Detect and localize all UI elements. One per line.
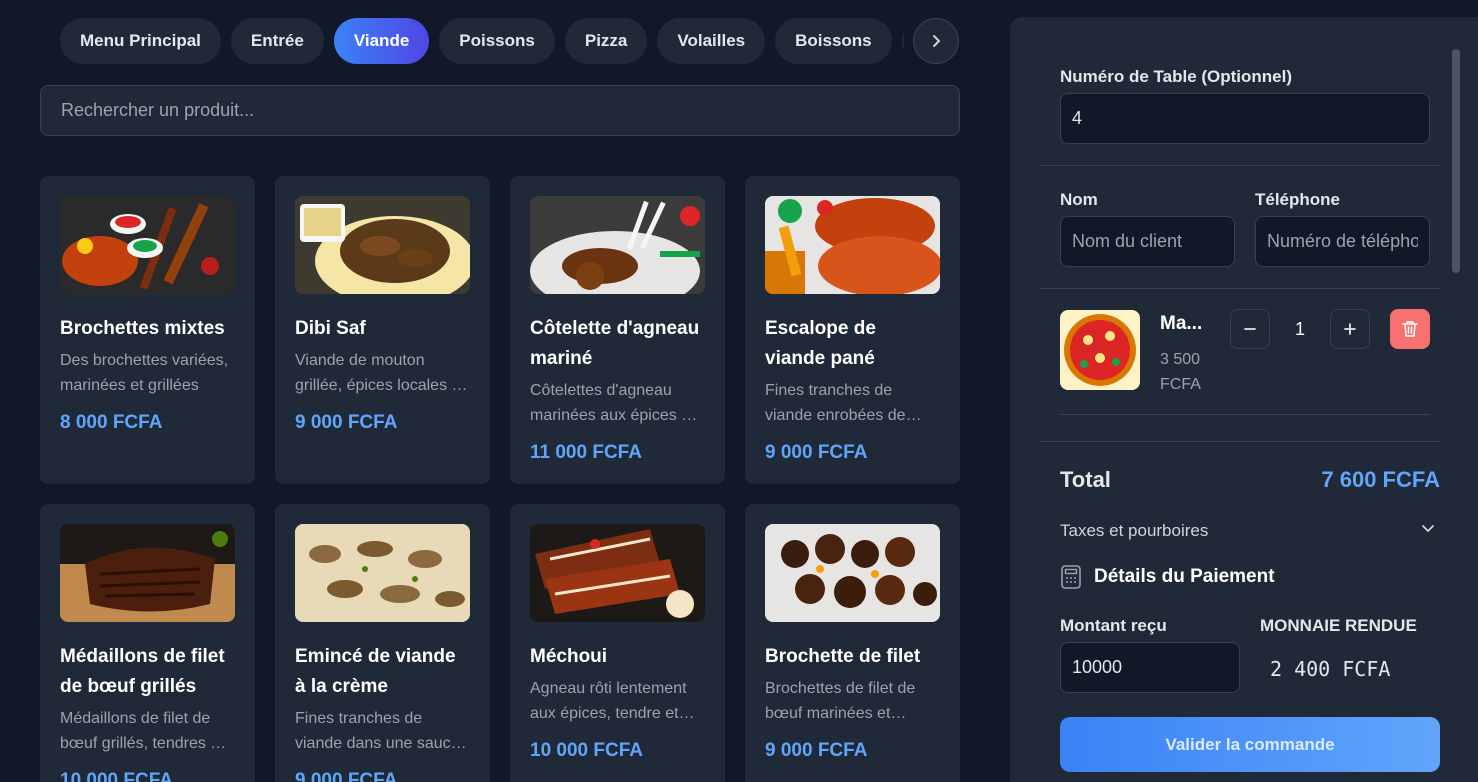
product-card[interactable]: Dibi Saf Viande de mouton grillée, épice… <box>275 176 490 484</box>
divider <box>1040 288 1440 289</box>
product-image <box>295 524 470 622</box>
product-description: Des brochettes variées, marinées et gril… <box>60 352 229 394</box>
cart-item-quantity: 1 <box>1294 319 1305 339</box>
product-card[interactable]: Médaillons de filet de bœuf grillés Méda… <box>40 504 255 782</box>
product-image <box>530 196 705 294</box>
trash-icon <box>1402 321 1418 337</box>
product-image <box>60 524 235 622</box>
product-price: 8 000 FCFA <box>60 412 163 433</box>
tab-volailles[interactable]: Volailles <box>657 18 766 64</box>
order-panel: Numéro de Table (Optionnel) Nom Téléphon… <box>1010 17 1478 782</box>
minus-icon <box>1244 328 1256 330</box>
product-description: Viande de mouton grillée, épices locales… <box>295 352 465 394</box>
tab-boissons[interactable]: Boissons <box>775 18 892 64</box>
product-image <box>765 524 940 622</box>
product-name: Brochette de filet <box>765 646 921 667</box>
amount-received-label: Montant reçu <box>1060 616 1167 635</box>
tab-menu-principal[interactable]: Menu Principal <box>60 18 221 64</box>
product-price: 10 000 FCFA <box>530 740 643 761</box>
product-card[interactable]: Côtelette d'agneau mariné Côtelettes d'a… <box>510 176 725 484</box>
chevron-down-icon[interactable] <box>1420 520 1436 536</box>
product-price: 9 000 FCFA <box>765 740 868 761</box>
payment-details-title: Détails du Paiement <box>1094 566 1275 587</box>
decrease-quantity-button[interactable] <box>1230 309 1270 349</box>
product-image <box>295 196 470 294</box>
product-name: Escalope de viande pané <box>765 318 876 369</box>
product-price: 10 000 FCFA <box>60 770 173 782</box>
panel-scrollbar[interactable] <box>1452 49 1460 273</box>
product-price: 9 000 FCFA <box>765 442 868 463</box>
change-value: 2 400 FCFA <box>1270 657 1391 681</box>
tab-entree[interactable]: Entrée <box>230 18 324 64</box>
product-name: Médaillons de filet de bœuf grillés <box>60 646 225 697</box>
product-name: Côtelette d'agneau mariné <box>530 318 700 369</box>
product-name: Emincé de viande à la crème <box>295 646 456 697</box>
product-card[interactable]: Brochette de filet Brochettes de filet d… <box>745 504 960 782</box>
product-description: Fines tranches de viande dans une sauce … <box>295 710 460 752</box>
product-description: Côtelettes d'agneau marinées aux épices … <box>530 382 695 424</box>
taxes-toggle[interactable]: Taxes et pourboires <box>1060 521 1208 541</box>
cart-item-price: 3 500 FCFA <box>1160 351 1201 393</box>
customer-name-input[interactable] <box>1060 216 1235 267</box>
product-price: 11 000 FCFA <box>530 442 642 463</box>
cart-item-image <box>1060 310 1140 390</box>
change-label: MONNAIE RENDUE <box>1260 616 1417 635</box>
product-name: Dibi Saf <box>295 318 366 339</box>
divider <box>1040 441 1440 442</box>
total-value: 7 600 FCFA <box>1321 467 1440 492</box>
tabs-scroll-right-button[interactable] <box>913 18 959 64</box>
total-label: Total <box>1060 467 1111 492</box>
table-number-input[interactable] <box>1060 93 1430 144</box>
divider <box>1060 414 1430 415</box>
chevron-right-icon <box>933 35 940 47</box>
search-input[interactable] <box>40 85 960 136</box>
product-image <box>765 196 940 294</box>
product-card[interactable]: Brochettes mixtes Des brochettes variées… <box>40 176 255 484</box>
product-description: Brochettes de filet de bœuf marinées et … <box>765 680 916 722</box>
product-description: Médaillons de filet de bœuf grillés, ten… <box>60 710 224 752</box>
product-image <box>60 196 235 294</box>
product-image <box>530 524 705 622</box>
validate-order-button[interactable]: Valider la commande <box>1060 717 1440 772</box>
payment-details-heading: Détails du Paiement <box>1060 565 1275 589</box>
table-number-label: Numéro de Table (Optionnel) <box>1060 67 1293 86</box>
phone-label: Téléphone <box>1255 190 1341 209</box>
cart-item-name: Ma... <box>1160 313 1203 334</box>
tab-poissons[interactable]: Poissons <box>439 18 555 64</box>
amount-received-input[interactable] <box>1060 642 1240 693</box>
tab-viande[interactable]: Viande <box>333 18 430 64</box>
category-tabs: Menu Principal Entrée Viande Poissons Pi… <box>60 18 904 64</box>
customer-name-label: Nom <box>1060 190 1098 209</box>
increase-quantity-button[interactable] <box>1330 309 1370 349</box>
product-card[interactable]: Escalope de viande pané Fines tranches d… <box>745 176 960 484</box>
product-card[interactable]: Emincé de viande à la crème Fines tranch… <box>275 504 490 782</box>
remove-item-button[interactable] <box>1390 309 1430 349</box>
product-card[interactable]: Méchoui Agneau rôti lentement aux épices… <box>510 504 725 782</box>
plus-icon <box>1344 323 1356 335</box>
product-price: 9 000 FCFA <box>295 412 398 433</box>
product-price: 9 000 FCFA <box>295 770 398 782</box>
phone-input[interactable] <box>1255 216 1430 267</box>
product-name: Méchoui <box>530 646 608 667</box>
product-grid: Brochettes mixtes Des brochettes variées… <box>40 176 960 782</box>
tab-more[interactable]: P <box>901 18 904 64</box>
tab-pizza[interactable]: Pizza <box>564 18 648 64</box>
calculator-icon <box>1061 565 1081 589</box>
divider <box>1040 165 1440 166</box>
product-description: Fines tranches de viande enrobées de cha… <box>765 382 906 424</box>
product-name: Brochettes mixtes <box>60 318 225 339</box>
product-description: Agneau rôti lentement aux épices, tendre… <box>530 680 687 722</box>
